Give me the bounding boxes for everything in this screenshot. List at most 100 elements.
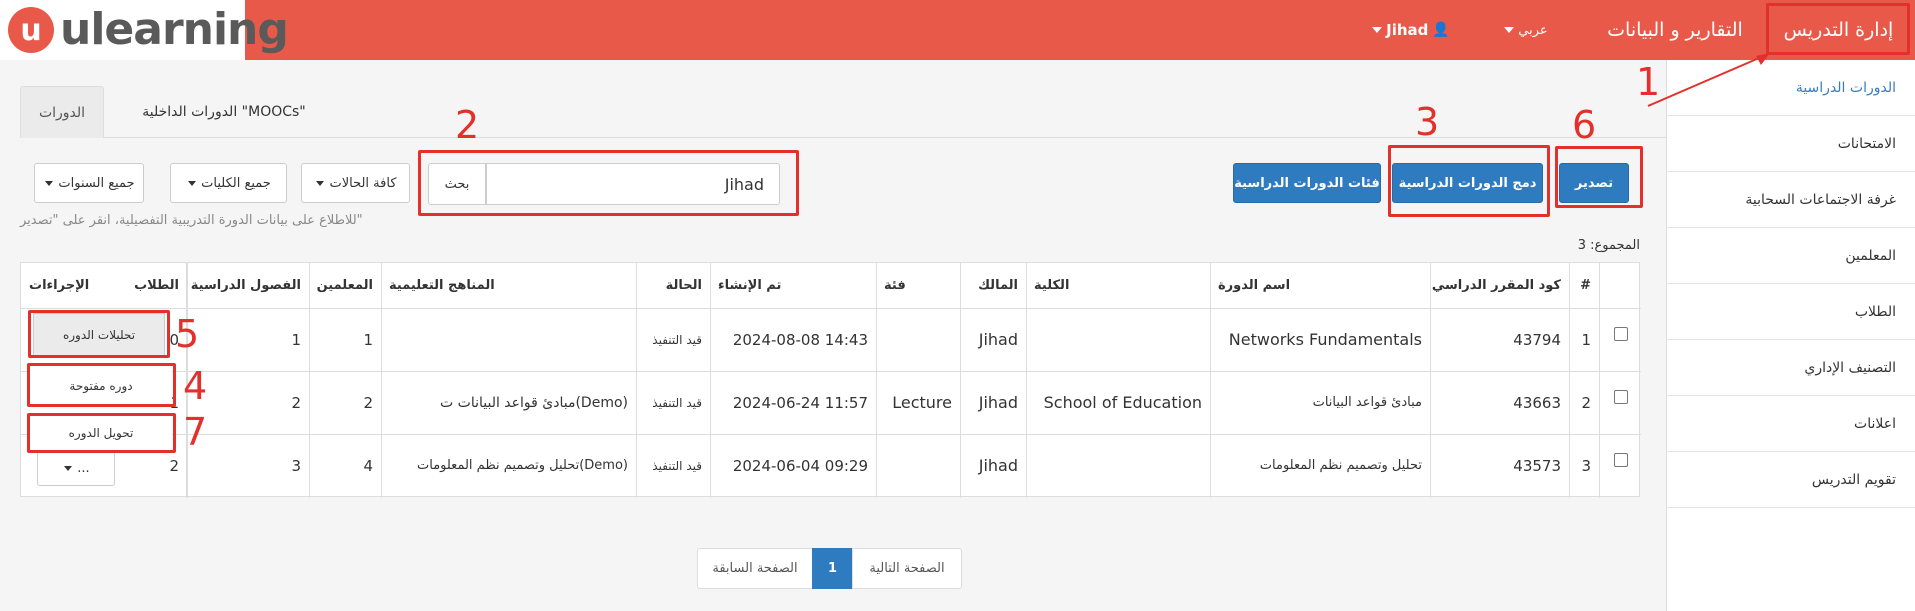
sidebar-item-teaching-calendar[interactable]: تقويم التدريس (1667, 452, 1915, 508)
header-created: تم الإنشاء (718, 278, 782, 293)
course-status: قيد التنفيذ (652, 332, 702, 347)
sidebar-item-admin-classification[interactable]: التصنيف الإداري (1667, 340, 1915, 396)
header-classes: الفصول الدراسية (190, 278, 301, 293)
sidebar-item-exams[interactable]: الامتحانات (1667, 116, 1915, 172)
annotation-box-2 (418, 150, 799, 216)
sidebar: الدورات الدراسية الامتحانات غرفة الاجتما… (1666, 60, 1915, 611)
annotation-number-4: 4 (183, 364, 208, 408)
course-curricula: تحليل وتصميم نظم المعلومات(Demo) (417, 458, 628, 473)
course-name[interactable]: Networks Fundamentals (1210, 308, 1430, 371)
status-filter-label: كافة الحالات (329, 175, 397, 191)
header-course-code: كود المقرر الدراسي (1431, 278, 1561, 293)
row-actions-dropdown[interactable]: ... (37, 450, 115, 486)
chevron-down-icon (1504, 27, 1515, 33)
annotation-number-5: 5 (175, 312, 200, 356)
colleges-filter[interactable]: جميع الكليات (170, 163, 287, 203)
course-created: 2024-06-24 11:57 (732, 393, 868, 412)
sidebar-item-announcements[interactable]: اعلانات (1667, 396, 1915, 452)
course-category: Lecture (892, 393, 952, 412)
course-categories-button[interactable]: فئات الدورات الدراسية (1233, 163, 1381, 203)
header-college: الكلية (1034, 278, 1070, 293)
export-hint: للاطلاع على بيانات الدورة التدريبية التف… (20, 213, 363, 228)
course-status: قيد التنفيذ (652, 458, 702, 473)
course-code: 43663 (1513, 393, 1561, 412)
annotation-number-1: 1 (1636, 60, 1661, 104)
status-filter[interactable]: كافة الحالات (301, 163, 410, 203)
chevron-down-icon (64, 465, 73, 471)
course-owner: Jihad (978, 330, 1018, 349)
language-label: عربي (1518, 22, 1548, 38)
language-menu[interactable]: عربي (1496, 0, 1556, 60)
course-code: 43573 (1513, 456, 1561, 475)
total-count: المجموع: 3 (1577, 238, 1640, 253)
course-teachers: 2 (363, 393, 373, 412)
header-students: الطلاب (134, 278, 179, 293)
sidebar-item-students[interactable]: الطلاب (1667, 284, 1915, 340)
logo[interactable]: u ulearning (0, 0, 289, 60)
course-code: 43794 (1513, 330, 1561, 349)
chevron-down-icon (316, 180, 325, 186)
annotation-box-6 (1555, 146, 1643, 208)
course-curricula: مبادئ قواعد البيانات ت(Demo) (440, 394, 628, 411)
header-curricula: المناهج التعليمية (389, 278, 495, 293)
header-category: فئة (884, 278, 906, 293)
sidebar-item-teachers[interactable]: المعلمين (1667, 228, 1915, 284)
logo-text: ulearning (60, 4, 289, 55)
annotation-number-6: 6 (1572, 103, 1597, 147)
user-icon: 👤 (1432, 22, 1450, 38)
pager-previous[interactable]: الصفحة السابقة (697, 548, 813, 589)
actions-more-label: ... (77, 460, 90, 476)
annotation-number-7: 7 (183, 410, 208, 454)
course-owner: Jihad (978, 456, 1018, 475)
annotation-number-2: 2 (455, 103, 480, 147)
row-checkbox[interactable] (1614, 453, 1628, 467)
header-number: # (1580, 278, 1591, 293)
years-filter[interactable]: جميع السنوات (34, 163, 144, 203)
tab-moocs[interactable]: الدورات الداخلية "MOOCs" (124, 86, 324, 138)
annotation-box-4 (27, 363, 176, 407)
course-created: 2024-06-04 09:29 (732, 456, 868, 475)
chevron-down-icon (1372, 27, 1383, 33)
row-checkbox[interactable] (1614, 390, 1628, 404)
annotation-box-3 (1388, 145, 1550, 217)
user-menu[interactable]: Jihad 👤 (1356, 0, 1466, 60)
row-checkbox[interactable] (1614, 327, 1628, 341)
row-number: 2 (1581, 393, 1591, 412)
top-navbar: u ulearning Jihad 👤 عربي التقارير و البي… (0, 0, 1915, 60)
course-created: 2024-08-08 14:43 (732, 330, 868, 349)
header-actions: الإجراءات (29, 278, 90, 293)
pager-current-page[interactable]: 1 (812, 548, 853, 589)
tab-courses[interactable]: الدورات (20, 86, 104, 138)
course-curricula (381, 308, 636, 371)
course-owner: Jihad (978, 393, 1018, 412)
row-number: 1 (1581, 330, 1591, 349)
annotation-box-1 (1766, 3, 1910, 55)
course-name[interactable]: مبادئ قواعد البيانات (1210, 371, 1430, 434)
course-teachers: 4 (363, 456, 373, 475)
annotation-box-5 (28, 310, 170, 358)
course-teachers: 1 (363, 330, 373, 349)
header-teachers: المعلمين (316, 278, 373, 293)
chevron-down-icon (45, 180, 54, 186)
course-status: قيد التنفيذ (652, 395, 702, 410)
header-course-name: اسم الدورة (1218, 278, 1291, 293)
course-category (876, 434, 960, 497)
colleges-filter-label: جميع الكليات (201, 175, 271, 191)
header-owner: المالك (978, 278, 1018, 293)
logo-mark: u (8, 7, 54, 53)
course-name[interactable]: تحليل وتصميم نظم المعلومات (1210, 434, 1430, 497)
course-college: School of Education (1043, 393, 1202, 412)
annotation-arrow-icon (1647, 53, 1770, 107)
course-college (1026, 434, 1210, 497)
pager-next[interactable]: الصفحة التالية (852, 548, 962, 589)
header-status: الحالة (665, 278, 702, 293)
courses-table: الإجراءات الطلاب الفصول الدراسية المعلمي… (20, 262, 1641, 498)
row-number: 3 (1581, 456, 1591, 475)
chevron-down-icon (188, 180, 197, 186)
course-category (876, 308, 960, 371)
course-college (1026, 308, 1210, 371)
course-classes: 1 (291, 330, 301, 349)
sidebar-item-cloud-meetings[interactable]: غرفة الاجتماعات السحابية (1667, 172, 1915, 228)
annotation-box-7 (27, 413, 176, 453)
user-name: Jihad (1386, 21, 1429, 39)
